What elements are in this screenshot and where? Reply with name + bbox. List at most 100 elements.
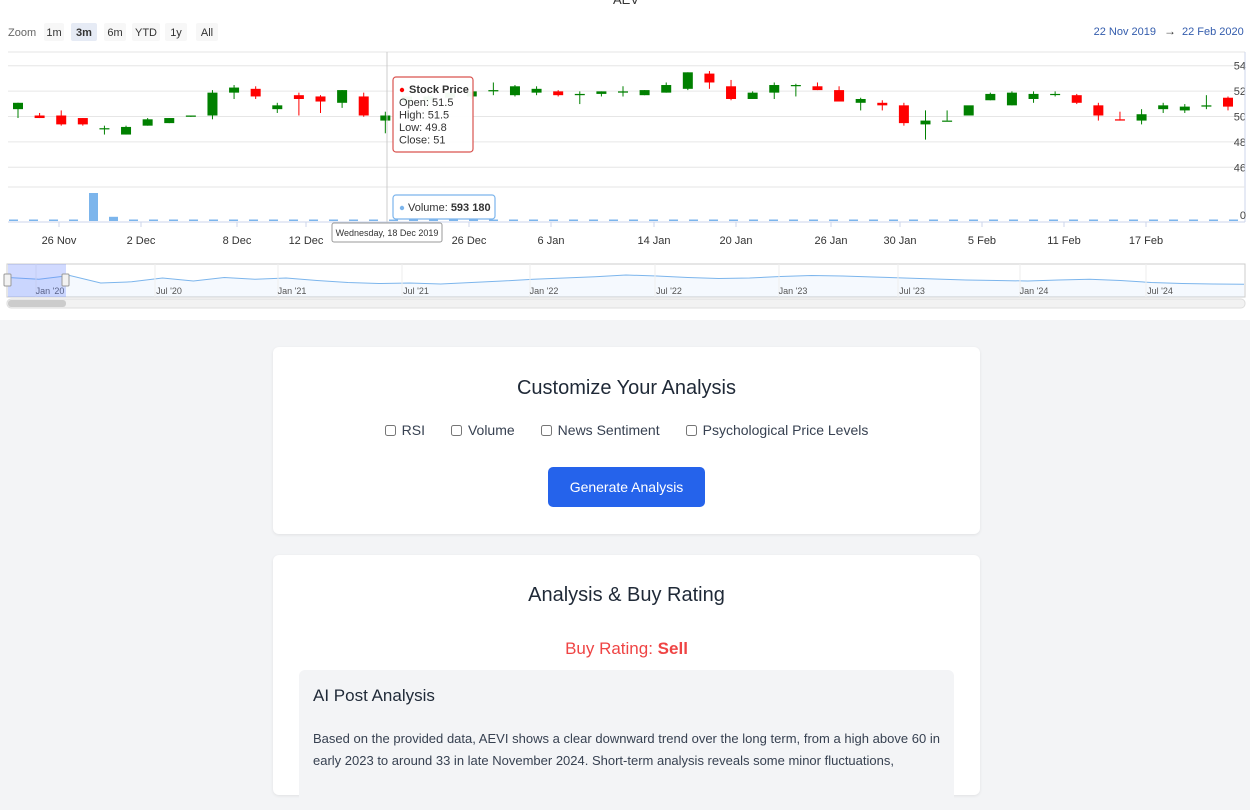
candle[interactable] xyxy=(1179,104,1190,113)
volume-bar xyxy=(809,219,818,221)
zoom-button-label[interactable]: 6m xyxy=(107,27,122,39)
candle[interactable] xyxy=(769,82,780,99)
candle[interactable] xyxy=(726,79,737,101)
candle-body xyxy=(769,85,780,93)
navigator-axis-label: Jan '24 xyxy=(1020,286,1049,296)
zoom-button-label[interactable]: 3m xyxy=(76,27,92,39)
candle-body xyxy=(13,102,23,110)
zoom-button-label[interactable]: 1y xyxy=(170,27,182,39)
zoom-button-6m[interactable]: 6m xyxy=(104,23,126,41)
candle[interactable] xyxy=(1028,91,1039,103)
candle[interactable] xyxy=(596,91,607,97)
zoom-button-3m[interactable]: 3m xyxy=(71,23,97,41)
psychological-levels-checkbox[interactable] xyxy=(685,424,697,436)
candle[interactable] xyxy=(855,97,866,111)
volume-bar xyxy=(269,219,278,221)
candle[interactable] xyxy=(1093,102,1104,121)
scrollbar-track[interactable] xyxy=(6,298,1246,309)
volume-bar xyxy=(669,219,678,221)
candle[interactable] xyxy=(207,90,218,120)
candle[interactable] xyxy=(164,118,175,124)
candle[interactable] xyxy=(1071,93,1082,105)
tooltip-open: Open: 51.5 xyxy=(399,97,453,109)
navigator-selection[interactable] xyxy=(8,264,66,297)
navigator-left-handle[interactable] xyxy=(3,273,12,287)
candle[interactable] xyxy=(790,83,801,97)
option-rsi[interactable]: RSI xyxy=(384,422,425,438)
candle-body xyxy=(877,102,888,106)
zoom-button-1m[interactable]: 1m xyxy=(44,23,64,41)
candle[interactable] xyxy=(380,111,391,134)
candle[interactable] xyxy=(898,102,909,126)
news-sentiment-checkbox[interactable] xyxy=(540,424,552,436)
candle[interactable] xyxy=(1223,96,1233,111)
volume-bar xyxy=(169,219,178,221)
candle[interactable] xyxy=(99,125,110,135)
zoom-button-1y[interactable]: 1y xyxy=(165,23,187,41)
candle[interactable] xyxy=(682,72,693,91)
candle[interactable] xyxy=(747,91,758,99)
buy-rating-label: Buy Rating: xyxy=(565,639,658,658)
zoom-button-label[interactable]: All xyxy=(201,27,213,39)
zoom-button-ytd[interactable]: YTD xyxy=(132,23,160,41)
x-axis-label: 12 Dec xyxy=(289,235,324,247)
candle[interactable] xyxy=(1006,91,1017,106)
candle[interactable] xyxy=(315,95,326,113)
customize-title: Customize Your Analysis xyxy=(516,377,736,399)
candle[interactable] xyxy=(250,86,261,99)
candle[interactable] xyxy=(985,92,996,101)
candle[interactable] xyxy=(661,82,672,93)
candle[interactable] xyxy=(56,110,67,126)
generate-analysis-button[interactable]: Generate Analysis xyxy=(548,467,705,507)
range-to-date[interactable]: 22 Feb 2020 xyxy=(1182,26,1244,38)
candle[interactable] xyxy=(531,86,542,96)
candle-body xyxy=(164,118,175,124)
candle[interactable] xyxy=(13,102,23,119)
candle[interactable] xyxy=(272,102,283,113)
candle[interactable] xyxy=(1158,102,1169,113)
candle[interactable] xyxy=(142,118,153,126)
candle[interactable] xyxy=(34,112,45,119)
volume-checkbox[interactable] xyxy=(450,424,462,436)
candle[interactable] xyxy=(509,85,520,97)
candle[interactable] xyxy=(1201,95,1212,110)
candle[interactable] xyxy=(812,82,823,91)
zoom-button-label[interactable]: 1m xyxy=(46,27,61,39)
candle[interactable] xyxy=(1050,91,1061,97)
candle[interactable] xyxy=(704,71,715,89)
candle[interactable] xyxy=(877,100,888,111)
zoom-button-all[interactable]: All xyxy=(196,23,218,41)
candle-body xyxy=(1114,119,1125,121)
candle-body xyxy=(185,115,196,117)
candle[interactable] xyxy=(639,90,650,96)
candle[interactable] xyxy=(963,105,974,116)
option-volume[interactable]: Volume xyxy=(450,422,515,438)
volume-dot-icon xyxy=(399,205,405,211)
navigator-right-handle[interactable] xyxy=(61,273,70,287)
candle[interactable] xyxy=(574,91,585,105)
volume-bar xyxy=(329,219,338,221)
volume-bar xyxy=(389,219,398,221)
candle-body xyxy=(272,105,283,110)
scrollbar-thumb[interactable] xyxy=(8,300,66,307)
candle-body xyxy=(229,87,240,93)
candle[interactable] xyxy=(337,90,348,108)
candle[interactable] xyxy=(488,82,499,96)
candle[interactable] xyxy=(185,115,196,117)
candle[interactable] xyxy=(1136,109,1147,125)
volume-bar xyxy=(569,219,578,221)
candle[interactable] xyxy=(121,125,132,135)
candle-body xyxy=(509,86,520,96)
option-psychological-price-levels[interactable]: Psychological Price Levels xyxy=(685,422,868,438)
series-dot-icon xyxy=(399,87,405,93)
zoom-button-label[interactable]: YTD xyxy=(135,27,157,39)
candle[interactable] xyxy=(77,118,88,126)
candle[interactable] xyxy=(293,92,304,116)
candle[interactable] xyxy=(920,110,931,140)
candle[interactable] xyxy=(358,92,369,117)
candle[interactable] xyxy=(834,86,845,102)
rsi-checkbox[interactable] xyxy=(384,424,396,436)
option-news-sentiment[interactable]: News Sentiment xyxy=(540,422,660,438)
range-from-date[interactable]: 22 Nov 2019 xyxy=(1094,26,1156,38)
candle[interactable] xyxy=(229,85,240,99)
